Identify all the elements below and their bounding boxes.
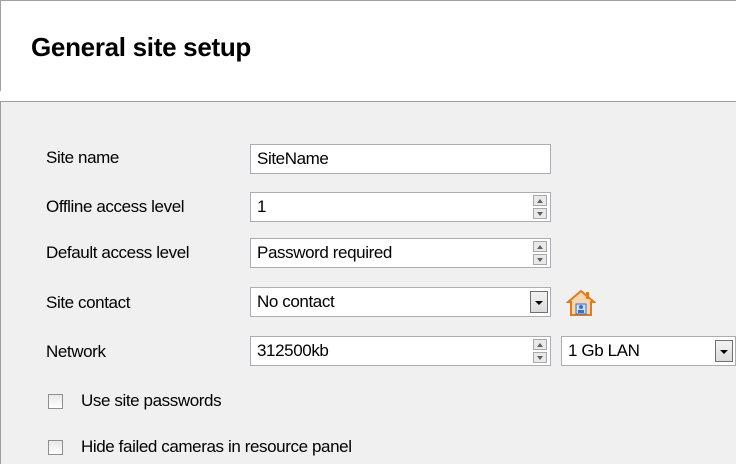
- header: General site setup: [0, 0, 736, 91]
- site-contact-label: Site contact: [46, 293, 131, 312]
- site-contact-dropdown[interactable]: No contact: [250, 287, 551, 317]
- default-access-level-label: Default access level: [46, 243, 190, 262]
- spin-up-icon[interactable]: [533, 339, 547, 350]
- spin-down-icon[interactable]: [533, 208, 547, 219]
- chevron-down-icon[interactable]: [530, 291, 548, 313]
- spin-down-icon[interactable]: [533, 254, 547, 265]
- spin-down-icon[interactable]: [533, 352, 547, 363]
- site-name-label: Site name: [46, 148, 119, 167]
- default-access-level-stepper[interactable]: Password required: [250, 238, 551, 268]
- hide-failed-cameras-checkbox[interactable]: [48, 439, 63, 455]
- spin-up-icon[interactable]: [533, 195, 547, 206]
- site-name-input[interactable]: SiteName: [250, 144, 551, 174]
- use-site-passwords-label: Use site passwords: [81, 391, 222, 410]
- network-type-value: 1 Gb LAN: [568, 341, 640, 360]
- network-label: Network: [46, 342, 106, 361]
- spin-up-icon[interactable]: [533, 241, 547, 252]
- offline-access-level-label: Offline access level: [46, 197, 185, 216]
- network-bandwidth-spin[interactable]: [533, 339, 547, 363]
- hide-failed-cameras-label: Hide failed cameras in resource panel: [81, 437, 352, 456]
- page-title: General site setup: [31, 32, 252, 62]
- offline-access-level-value: 1: [257, 197, 267, 216]
- use-site-passwords-checkbox[interactable]: [48, 393, 63, 409]
- offline-access-level-stepper[interactable]: 1: [250, 192, 551, 222]
- hide-failed-cameras-option[interactable]: Hide failed cameras in resource panel: [48, 437, 352, 457]
- network-type-dropdown[interactable]: 1 Gb LAN: [561, 336, 736, 366]
- default-access-level-value: Password required: [257, 243, 392, 262]
- use-site-passwords-option[interactable]: Use site passwords: [48, 391, 222, 411]
- network-bandwidth-value: 312500kb: [257, 341, 329, 360]
- default-access-level-spin[interactable]: [533, 241, 547, 265]
- network-bandwidth-stepper[interactable]: 312500kb: [250, 336, 551, 366]
- chevron-down-icon[interactable]: [715, 340, 733, 362]
- offline-access-level-spin[interactable]: [533, 195, 547, 219]
- house-contact-icon[interactable]: [566, 289, 596, 317]
- site-contact-value: No contact: [257, 292, 335, 311]
